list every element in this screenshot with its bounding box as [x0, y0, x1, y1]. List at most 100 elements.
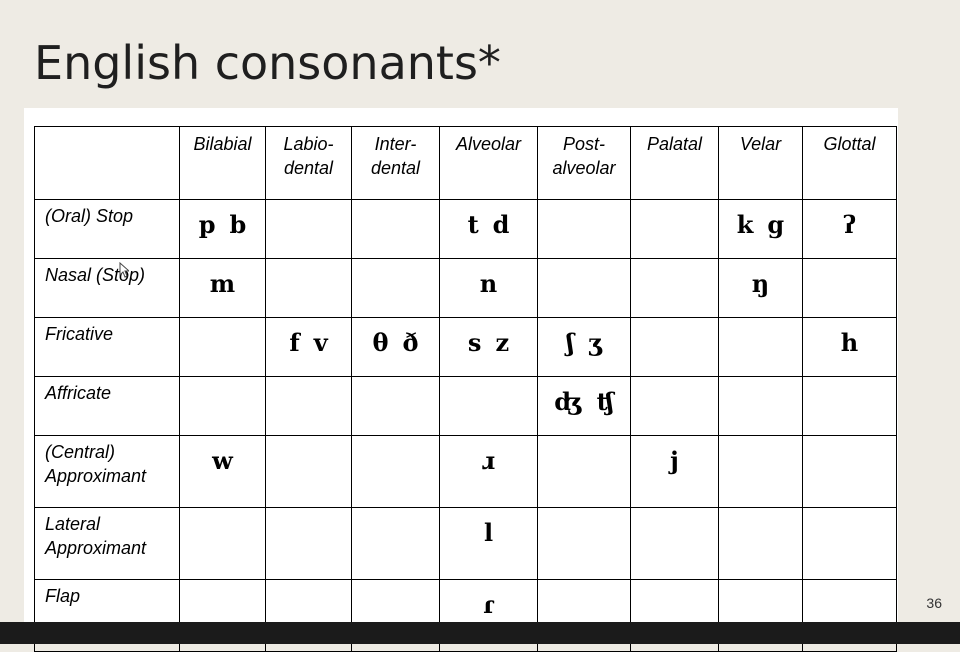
column-header: Palatal [630, 126, 719, 200]
phoneme-cell [265, 376, 352, 436]
row-label: (Oral) Stop [34, 199, 180, 259]
phoneme-cell [351, 435, 440, 508]
phoneme-cell: pb [179, 199, 266, 259]
column-header: Post-alveolar [537, 126, 631, 200]
phoneme-cell: l [439, 507, 538, 580]
phoneme-cell [718, 435, 803, 508]
phoneme-cell: fv [265, 317, 352, 377]
phoneme-symbol: g [767, 210, 785, 239]
phoneme-cell [265, 258, 352, 318]
phoneme-cell: j [630, 435, 719, 508]
phoneme-cell [351, 199, 440, 259]
table-header-row: Bilabial Labio-dental Inter-dental Alveolar… [34, 126, 897, 200]
phoneme-cell [630, 376, 719, 436]
phoneme-cell [718, 507, 803, 580]
phoneme-cell [802, 376, 897, 436]
phoneme-cell [718, 317, 803, 377]
phoneme-symbol: z [495, 328, 510, 357]
phoneme-symbol: n [479, 269, 498, 298]
row-label: Lateral Approximant [34, 507, 180, 580]
header-corner-cell [34, 126, 180, 200]
page-number: 36 [926, 595, 942, 611]
phoneme-cell: θð [351, 317, 440, 377]
phoneme-cell [537, 435, 631, 508]
phoneme-cell: ɹ [439, 435, 538, 508]
phoneme-symbol: w [212, 446, 233, 475]
phoneme-cell: sz [439, 317, 538, 377]
phoneme-cell: ʃʒ [537, 317, 631, 377]
phoneme-symbol: ɹ [481, 446, 496, 475]
phoneme-cell [630, 258, 719, 318]
phoneme-symbol: ʔ [842, 210, 857, 239]
phoneme-cell: h [802, 317, 897, 377]
table-row: (Oral) Stop p b t d k g ʔ [34, 199, 897, 259]
phoneme-symbol: ŋ [751, 269, 770, 298]
phoneme-cell: ʤʧ [537, 376, 631, 436]
slide-title: English consonants* [34, 36, 501, 90]
phoneme-symbol: d [492, 210, 510, 239]
phoneme-symbol: l [483, 518, 494, 547]
phoneme-symbol: m [209, 269, 236, 298]
phoneme-cell [630, 317, 719, 377]
phoneme-cell: w [179, 435, 266, 508]
table-row: Lateral Approximant l [34, 507, 897, 580]
phoneme-symbol: t [467, 210, 479, 239]
phoneme-cell: n [439, 258, 538, 318]
column-header: Glottal [802, 126, 897, 200]
phoneme-cell: ŋ [718, 258, 803, 318]
phoneme-symbol: v [313, 328, 328, 357]
phoneme-symbol: ʤ [554, 387, 583, 416]
phoneme-cell [537, 507, 631, 580]
table-row: Fricative f v θ ð s z ʃ ʒ h [34, 317, 897, 377]
phoneme-symbol: ɾ [483, 590, 494, 619]
row-label: (Central) Approximant [34, 435, 180, 508]
phoneme-symbol: f [289, 328, 300, 357]
phoneme-cell [265, 507, 352, 580]
phoneme-cell [439, 376, 538, 436]
column-header: Velar [718, 126, 803, 200]
phoneme-symbol: j [670, 446, 679, 475]
row-label: Nasal (Stop) [34, 258, 180, 318]
consonant-table: Bilabial Labio-dental Inter-dental Alveolar… [34, 126, 897, 652]
phoneme-symbol: s [467, 328, 482, 357]
table-row: Nasal (Stop) m n ŋ [34, 258, 897, 318]
phoneme-symbol: p [198, 210, 216, 239]
phoneme-cell: m [179, 258, 266, 318]
consonant-table-panel: Bilabial Labio-dental Inter-dental Alveolar… [24, 108, 898, 652]
phoneme-symbol: k [736, 210, 754, 239]
phoneme-cell [179, 507, 266, 580]
phoneme-cell: td [439, 199, 538, 259]
column-header: Labio-dental [265, 126, 352, 200]
phoneme-cell [537, 199, 631, 259]
mouse-cursor-icon [119, 262, 129, 278]
phoneme-cell [802, 435, 897, 508]
phoneme-cell [718, 376, 803, 436]
phoneme-cell [265, 435, 352, 508]
phoneme-symbol: ð [402, 328, 419, 357]
bottom-bar [0, 622, 960, 644]
phoneme-cell [630, 199, 719, 259]
phoneme-symbol: θ [372, 328, 389, 357]
phoneme-cell [179, 376, 266, 436]
column-header: Inter-dental [351, 126, 440, 200]
phoneme-cell [351, 258, 440, 318]
row-label: Affricate [34, 376, 180, 436]
phoneme-cell [179, 317, 266, 377]
phoneme-cell [351, 507, 440, 580]
phoneme-symbol: b [229, 210, 247, 239]
phoneme-symbol: h [840, 328, 859, 357]
phoneme-cell: ʔ [802, 199, 897, 259]
row-label: Fricative [34, 317, 180, 377]
phoneme-cell [265, 199, 352, 259]
phoneme-cell [802, 258, 897, 318]
phoneme-cell [351, 376, 440, 436]
phoneme-symbol: ʧ [596, 387, 614, 416]
phoneme-cell: kg [718, 199, 803, 259]
phoneme-symbol: ʃ [566, 328, 575, 357]
phoneme-cell [537, 258, 631, 318]
phoneme-cell [802, 507, 897, 580]
table-row: (Central) Approximant w ɹ j [34, 435, 897, 508]
phoneme-symbol: ʒ [588, 328, 602, 357]
table-row: Affricate ʤ ʧ [34, 376, 897, 436]
column-header: Alveolar [439, 126, 538, 200]
